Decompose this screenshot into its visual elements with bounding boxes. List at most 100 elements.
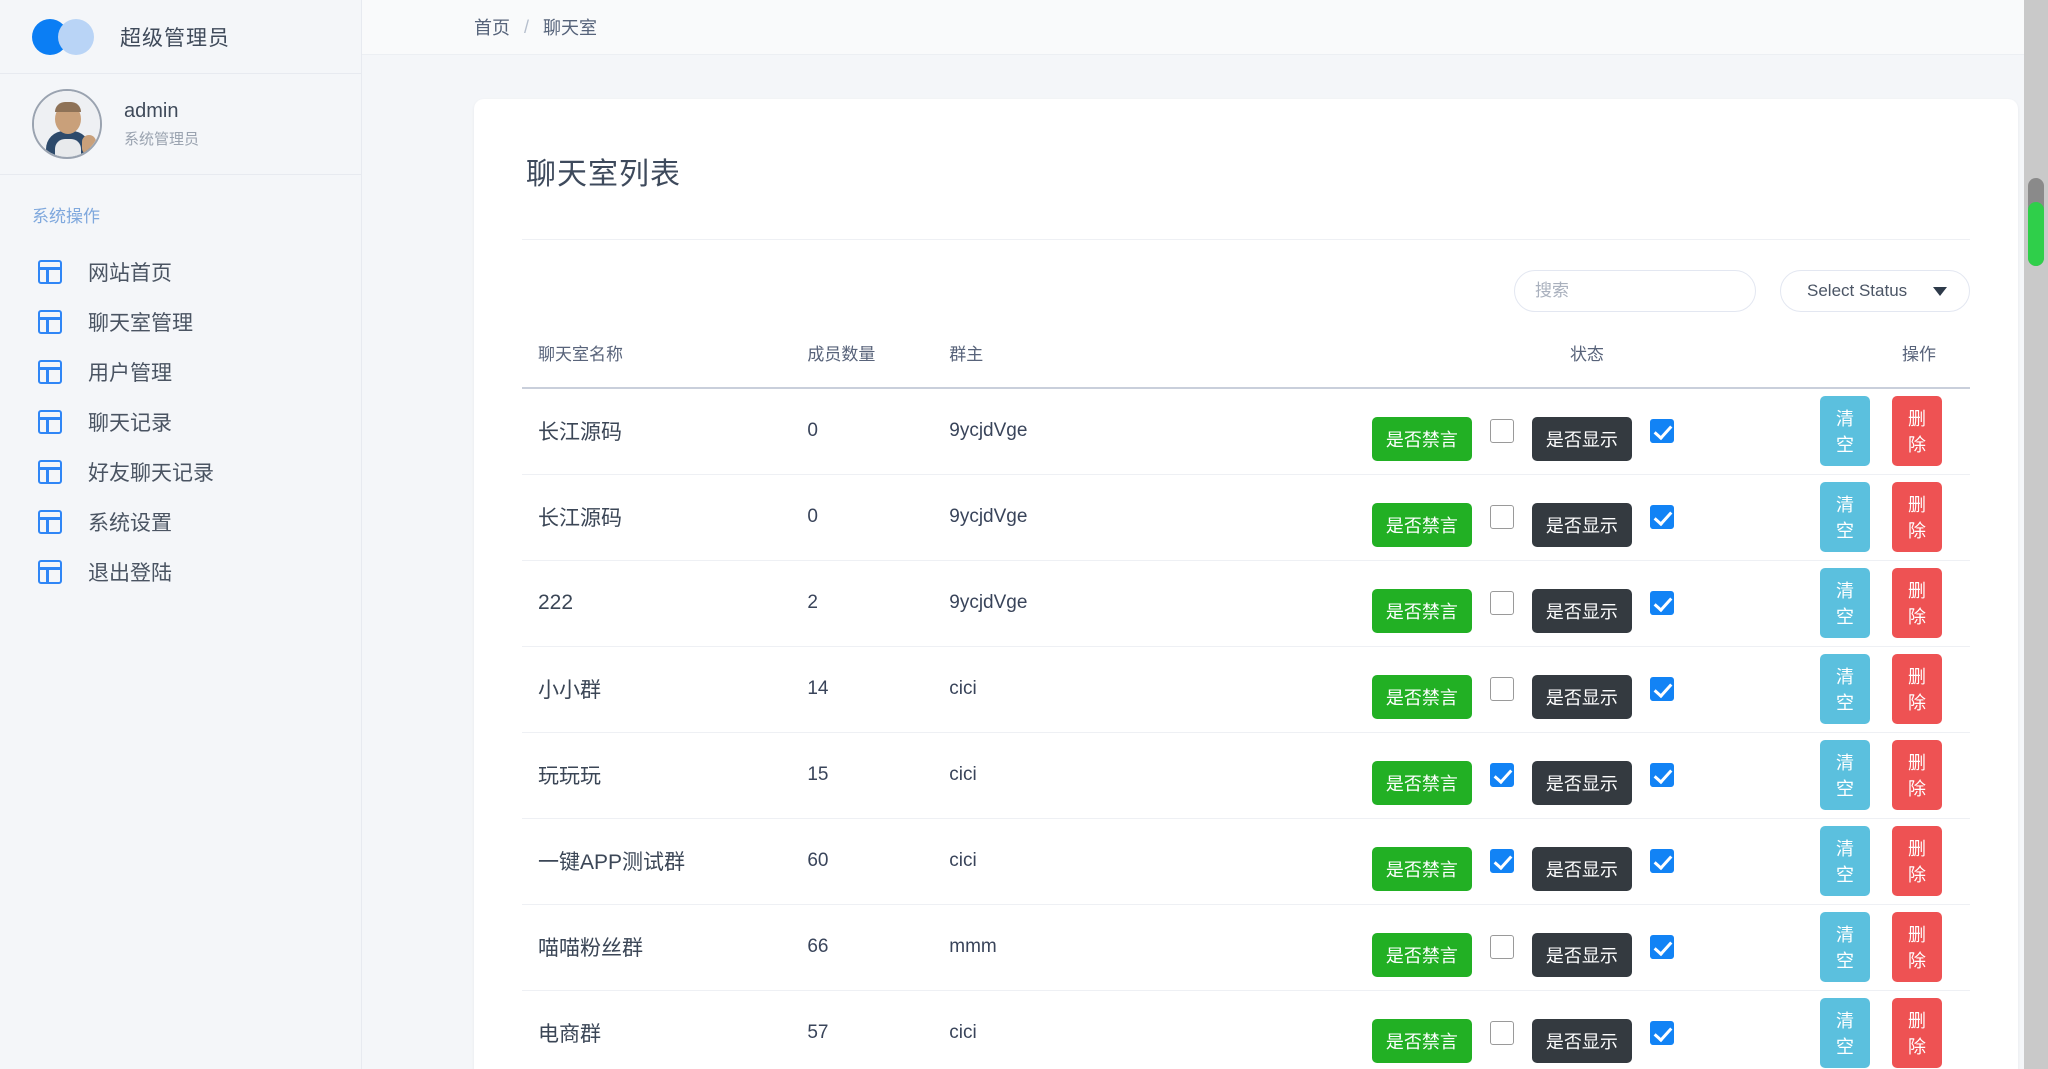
- show-checkbox[interactable]: [1649, 591, 1674, 615]
- sidebar: 超级管理员 admin 系统管理员 系统操作 网站首页 聊天室管理 用户管理 聊…: [0, 0, 362, 1069]
- scrollbar-thumb[interactable]: [2028, 178, 2044, 266]
- cell-status: 是否禁言 是否显示: [1353, 388, 1820, 475]
- breadcrumb-current: 聊天室: [543, 18, 598, 38]
- show-checkbox[interactable]: [1649, 935, 1674, 959]
- sidebar-item-system-settings[interactable]: 系统设置: [0, 497, 361, 547]
- delete-button[interactable]: 删除: [1892, 740, 1942, 810]
- vertical-scrollbar[interactable]: [2024, 0, 2048, 1069]
- sidebar-item-user-management[interactable]: 用户管理: [0, 347, 361, 397]
- cell-chatroom-name: 一键APP测试群: [522, 818, 808, 905]
- sidebar-item-label: 聊天记录: [88, 412, 172, 435]
- column-header-name: 聊天室名称: [522, 340, 808, 389]
- chatroom-list-card: 聊天室列表 Select Status 聊天室名称 成员数量 群主: [474, 99, 2018, 1069]
- show-button[interactable]: 是否显示: [1531, 589, 1632, 633]
- sidebar-nav: 系统操作 网站首页 聊天室管理 用户管理 聊天记录 好友聊天记录 系统设置 退出…: [0, 175, 361, 597]
- nav-section-label: 系统操作: [32, 207, 100, 226]
- show-checkbox[interactable]: [1649, 677, 1674, 701]
- table-head: 聊天室名称 成员数量 群主 状态 操作: [522, 340, 1970, 389]
- search-input[interactable]: [1514, 270, 1756, 312]
- cell-member-count: 60: [807, 818, 950, 905]
- table-body: 长江源码 0 9ycjdVge 是否禁言 是否显示 清空 删除 长江源码 0 9ycjdVge 是否…: [522, 388, 1970, 1069]
- cell-status: 是否禁言 是否显示: [1353, 732, 1820, 819]
- delete-button[interactable]: 删除: [1892, 654, 1942, 724]
- ban-checkbox[interactable]: [1489, 763, 1514, 787]
- ban-button[interactable]: 是否禁言: [1371, 1019, 1472, 1063]
- clear-button[interactable]: 清空: [1820, 740, 1870, 810]
- ban-checkbox[interactable]: [1489, 505, 1514, 529]
- show-button[interactable]: 是否显示: [1531, 503, 1632, 547]
- show-checkbox[interactable]: [1649, 1021, 1674, 1045]
- sidebar-item-label: 好友聊天记录: [88, 462, 214, 485]
- cell-member-count: 2: [807, 560, 950, 647]
- avatar: [32, 89, 102, 159]
- sidebar-item-label: 网站首页: [88, 262, 172, 285]
- cell-owner: 9ycjdVge: [949, 388, 1354, 475]
- clear-button[interactable]: 清空: [1820, 396, 1870, 467]
- ban-checkbox[interactable]: [1489, 591, 1514, 615]
- brand-header: 超级管理员: [0, 0, 361, 74]
- delete-button[interactable]: 删除: [1892, 826, 1942, 896]
- ban-checkbox[interactable]: [1489, 419, 1514, 444]
- ban-button[interactable]: 是否禁言: [1371, 847, 1472, 891]
- show-button[interactable]: 是否显示: [1531, 847, 1632, 891]
- ban-button[interactable]: 是否禁言: [1371, 933, 1472, 977]
- ban-checkbox[interactable]: [1489, 677, 1514, 701]
- user-profile[interactable]: admin 系统管理员: [0, 74, 361, 175]
- sidebar-item-chat-records[interactable]: 聊天记录: [0, 397, 361, 447]
- cell-status: 是否禁言 是否显示: [1353, 560, 1820, 647]
- show-button[interactable]: 是否显示: [1531, 761, 1632, 805]
- breadcrumb-home[interactable]: 首页: [474, 14, 510, 40]
- cell-member-count: 0: [807, 388, 950, 475]
- status-filter-select[interactable]: Select Status: [1780, 270, 1970, 312]
- cell-owner: cici: [949, 646, 1354, 733]
- show-checkbox[interactable]: [1649, 505, 1674, 529]
- cell-actions: 清空 删除: [1820, 818, 1970, 905]
- delete-button[interactable]: 删除: [1892, 482, 1942, 552]
- ban-button[interactable]: 是否禁言: [1371, 503, 1472, 547]
- show-button[interactable]: 是否显示: [1531, 933, 1632, 977]
- sidebar-item-friend-chat-records[interactable]: 好友聊天记录: [0, 447, 361, 497]
- table-icon: [38, 560, 62, 584]
- sidebar-item-label: 系统设置: [88, 512, 172, 535]
- ban-checkbox[interactable]: [1489, 935, 1514, 959]
- show-button[interactable]: 是否显示: [1531, 675, 1632, 719]
- clear-button[interactable]: 清空: [1820, 654, 1870, 724]
- delete-button[interactable]: 删除: [1892, 998, 1942, 1068]
- clear-button[interactable]: 清空: [1820, 826, 1870, 896]
- show-checkbox[interactable]: [1649, 849, 1674, 873]
- ban-checkbox[interactable]: [1489, 1021, 1514, 1045]
- sidebar-item-logout[interactable]: 退出登陆: [0, 547, 361, 597]
- delete-button[interactable]: 删除: [1892, 396, 1942, 467]
- sidebar-item-label: 聊天室管理: [88, 312, 193, 335]
- clear-button[interactable]: 清空: [1820, 568, 1870, 638]
- cell-status: 是否禁言 是否显示: [1353, 990, 1820, 1069]
- show-checkbox[interactable]: [1649, 763, 1674, 787]
- table-row: 长江源码 0 9ycjdVge 是否禁言 是否显示 清空 删除: [522, 388, 1970, 475]
- main-content: 首页 / 聊天室 聊天室列表 Select Status: [362, 0, 2048, 1069]
- show-checkbox[interactable]: [1649, 419, 1674, 444]
- cell-chatroom-name: 长江源码: [522, 474, 808, 561]
- ban-button[interactable]: 是否禁言: [1371, 589, 1472, 633]
- chevron-down-icon: [1933, 286, 1947, 296]
- cell-member-count: 0: [807, 474, 950, 561]
- ban-button[interactable]: 是否禁言: [1371, 417, 1472, 462]
- ban-button[interactable]: 是否禁言: [1371, 675, 1472, 719]
- table-row: 玩玩玩 15 cici 是否禁言 是否显示 清空 删除: [522, 732, 1970, 819]
- ban-checkbox[interactable]: [1489, 849, 1514, 873]
- sidebar-item-chatroom-management[interactable]: 聊天室管理: [0, 297, 361, 347]
- clear-button[interactable]: 清空: [1820, 912, 1870, 982]
- clear-button[interactable]: 清空: [1820, 482, 1870, 552]
- delete-button[interactable]: 删除: [1892, 912, 1942, 982]
- app-logo-icon: [32, 17, 104, 57]
- sidebar-item-home[interactable]: 网站首页: [0, 247, 361, 297]
- ban-button[interactable]: 是否禁言: [1371, 761, 1472, 805]
- cell-member-count: 14: [807, 646, 950, 733]
- delete-button[interactable]: 删除: [1892, 568, 1942, 638]
- table-icon: [38, 460, 62, 484]
- show-button[interactable]: 是否显示: [1531, 417, 1632, 462]
- show-button[interactable]: 是否显示: [1531, 1019, 1632, 1063]
- cell-owner: 9ycjdVge: [949, 474, 1354, 561]
- sidebar-item-label: 用户管理: [88, 362, 172, 385]
- cell-member-count: 66: [807, 904, 950, 991]
- clear-button[interactable]: 清空: [1820, 998, 1870, 1068]
